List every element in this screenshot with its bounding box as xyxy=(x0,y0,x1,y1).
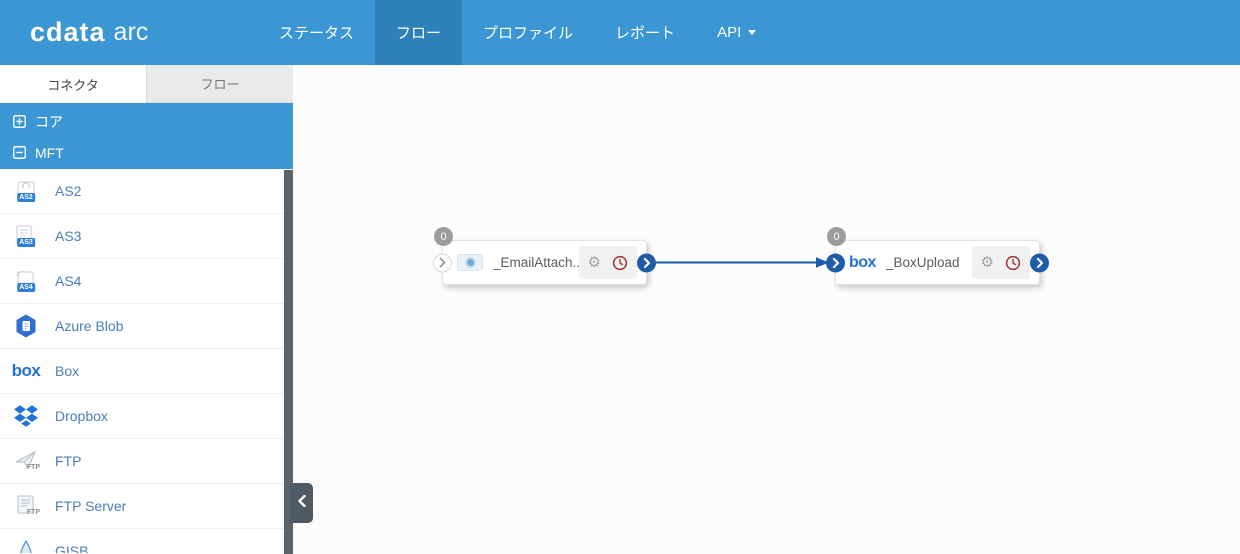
connector-item-ftp-server[interactable]: FTP FTP Server xyxy=(0,484,293,529)
group-core[interactable]: コア xyxy=(0,103,293,136)
node-action-bar: ⚙ xyxy=(578,246,637,279)
plus-square-icon xyxy=(13,115,26,128)
top-nav: cdata arc ステータス フロー プロファイル レポート API xyxy=(0,0,1240,65)
node-title: _EmailAttach... xyxy=(493,255,579,270)
email-connector-icon xyxy=(457,254,483,271)
connector-item-dropbox[interactable]: Dropbox xyxy=(0,394,293,439)
connector-label: Azure Blob xyxy=(55,318,124,334)
minus-square-icon xyxy=(13,146,26,159)
connector-label: FTP xyxy=(55,453,82,469)
chevron-down-icon xyxy=(748,30,757,35)
flow-connection-arrow xyxy=(656,257,829,268)
group-core-label: コア xyxy=(35,113,63,130)
nav-item-report[interactable]: レポート xyxy=(594,0,696,65)
nav-item-api[interactable]: API xyxy=(696,0,777,65)
schedule-clock-icon[interactable] xyxy=(1005,255,1021,271)
cdata-arc-app: cdata arc ステータス フロー プロファイル レポート API コネクタ… xyxy=(0,0,1240,554)
as2-icon: AS2 xyxy=(12,177,40,205)
azure-blob-icon xyxy=(12,312,40,340)
nav-item-api-label: API xyxy=(717,24,742,41)
connector-item-ftp[interactable]: FTP FTP xyxy=(0,439,293,484)
connector-label: AS2 xyxy=(55,183,82,199)
nav-item-status[interactable]: ステータス xyxy=(258,0,375,65)
gisb-icon xyxy=(12,537,40,553)
tab-connectors[interactable]: コネクタ xyxy=(0,65,146,103)
connector-list: AS2 AS2 AS3 AS3 AS4 AS4 Azure Blob box B… xyxy=(0,169,293,553)
as3-icon: AS3 xyxy=(12,222,40,250)
group-mft-label: MFT xyxy=(35,144,64,161)
connector-item-azure-blob[interactable]: Azure Blob xyxy=(0,304,293,349)
input-port-icon[interactable] xyxy=(433,253,452,272)
connector-label: FTP Server xyxy=(55,498,127,514)
node-title: _BoxUpload xyxy=(885,255,960,270)
connector-label: GISB xyxy=(55,543,89,553)
connector-label: Box xyxy=(55,363,80,379)
chevron-left-icon xyxy=(297,494,306,512)
connector-item-box[interactable]: box Box xyxy=(0,349,293,394)
settings-gear-icon[interactable]: ⚙ xyxy=(981,255,994,270)
output-port-icon[interactable] xyxy=(1030,253,1049,272)
tab-flows[interactable]: フロー xyxy=(146,65,293,103)
as4-icon: AS4 xyxy=(12,267,40,295)
message-count-badge: 0 xyxy=(827,227,846,246)
message-count-badge: 0 xyxy=(434,227,453,246)
schedule-clock-icon[interactable] xyxy=(612,255,628,271)
nav-item-profile[interactable]: プロファイル xyxy=(462,0,594,65)
dropbox-icon xyxy=(12,402,40,430)
connector-label: AS4 xyxy=(55,273,82,289)
app-logo[interactable]: cdata arc xyxy=(30,0,198,65)
node-action-bar: ⚙ xyxy=(971,246,1030,279)
connector-sidebar: コネクタ フロー コア MFT AS2 AS2 AS3 AS3 AS4 AS4 … xyxy=(0,65,313,554)
box-logo-icon: box xyxy=(11,361,41,380)
connector-label: AS3 xyxy=(55,228,82,244)
logo-brand-text: cdata xyxy=(30,17,106,47)
input-port-icon[interactable] xyxy=(826,253,845,272)
ftp-server-icon: FTP xyxy=(12,492,40,520)
main-nav: ステータス フロー プロファイル レポート API xyxy=(258,0,777,65)
group-mft[interactable]: MFT xyxy=(0,136,293,169)
settings-gear-icon[interactable]: ⚙ xyxy=(588,255,601,270)
sidebar-collapse-handle[interactable] xyxy=(290,483,313,523)
connector-item-gisb[interactable]: GISB xyxy=(0,529,293,553)
nav-item-flow[interactable]: フロー xyxy=(375,0,463,65)
flow-node-emailattach[interactable]: 0 _EmailAttach... ⚙ xyxy=(433,227,656,285)
connector-label: Dropbox xyxy=(55,408,108,424)
connector-item-as2[interactable]: AS2 AS2 xyxy=(0,169,293,214)
output-port-icon[interactable] xyxy=(637,253,656,272)
box-logo-icon: box xyxy=(849,253,876,271)
connector-groups: コア MFT xyxy=(0,103,293,169)
connector-item-as3[interactable]: AS3 AS3 xyxy=(0,214,293,259)
logo-product-text: arc xyxy=(113,18,149,46)
sidebar-tabs: コネクタ フロー xyxy=(0,65,293,103)
connector-item-as4[interactable]: AS4 AS4 xyxy=(0,259,293,304)
flow-canvas[interactable]: 0 _EmailAttach... ⚙ 0 box _BoxUpload ⚙ xyxy=(293,65,1240,554)
ftp-icon: FTP xyxy=(12,447,40,475)
flow-node-boxupload[interactable]: 0 box _BoxUpload ⚙ xyxy=(826,227,1049,285)
